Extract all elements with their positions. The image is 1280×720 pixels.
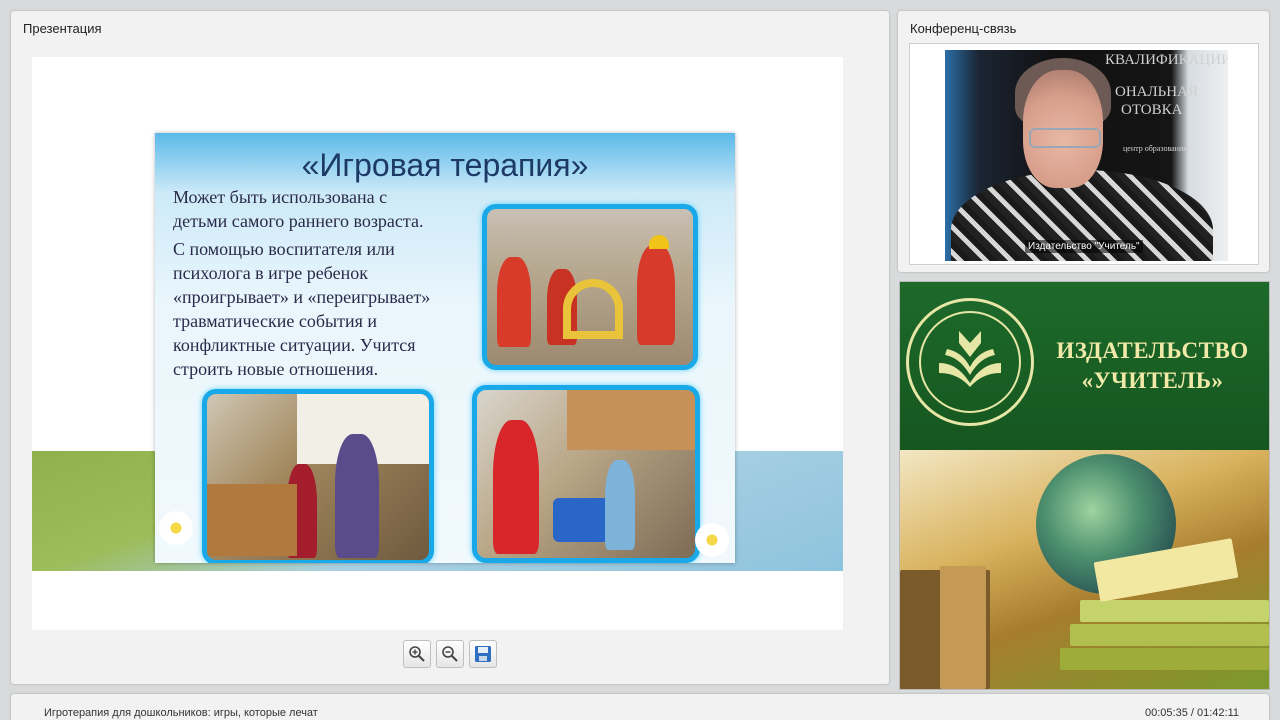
zoom-in-button[interactable] — [403, 640, 431, 668]
conference-panel-title: Конференц-связь — [910, 21, 1017, 36]
zoom-in-icon — [409, 646, 425, 662]
conference-panel: Конференц-связь КВАЛИФИКАЦИИ ОНАЛЬНАЯ ОТ… — [898, 11, 1269, 272]
slide-canvas[interactable]: «Игровая терапия» Может быть использован… — [32, 57, 843, 630]
speaker-glasses — [1029, 128, 1101, 148]
slide-photo-play-kitchen — [202, 389, 434, 563]
book-stack — [1060, 648, 1269, 670]
banner-books-image — [900, 450, 1269, 689]
wall-text-4: центр образования — [1123, 144, 1187, 153]
zoom-out-icon — [442, 646, 458, 662]
wall-text-3: ОТОВКА — [1121, 102, 1183, 118]
wall-text-1: КВАЛИФИКАЦИИ — [1105, 52, 1228, 68]
daisy-decoration-right — [695, 523, 729, 557]
speaker-label: Издательство "Учитель" — [1025, 240, 1143, 253]
status-bar: Игротерапия для дошкольников: игры, кото… — [11, 694, 1269, 720]
zoom-out-button[interactable] — [436, 640, 464, 668]
slide-paragraph-2: С помощью воспитателя или психолога в иг… — [173, 239, 431, 379]
presentation-panel-title: Презентация — [23, 21, 102, 36]
banner-header: ИЗДАТЕЛЬСТВО «УЧИТЕЛЬ» — [900, 282, 1269, 450]
slide-photo-children-playing — [482, 204, 698, 370]
publisher-logo-icon — [906, 298, 1034, 426]
book-stack — [1070, 624, 1269, 646]
book-stack — [940, 566, 986, 689]
presentation-panel: Презентация «Игровая терапия» Может быть… — [11, 11, 889, 684]
lecture-title: Игротерапия для дошкольников: игры, кото… — [44, 707, 318, 719]
video-frame: КВАЛИФИКАЦИИ ОНАЛЬНАЯ ОТОВКА центр образ… — [909, 43, 1259, 265]
publisher-name-line-1: ИЗДАТЕЛЬСТВО — [1056, 338, 1249, 363]
open-book-icon — [939, 331, 1001, 387]
wall-text-2: ОНАЛЬНАЯ — [1115, 84, 1198, 100]
slide-photo-toy-play — [472, 385, 700, 563]
speaker-video[interactable]: КВАЛИФИКАЦИИ ОНАЛЬНАЯ ОТОВКА центр образ… — [945, 50, 1228, 261]
slide-paragraph-1: Может быть использована с детьми самого … — [173, 187, 424, 231]
publisher-name-line-2: «УЧИТЕЛЬ» — [1081, 368, 1224, 393]
slide-title: «Игровая терапия» — [301, 147, 589, 183]
save-icon — [475, 646, 491, 662]
playback-timecode: 00:05:35 / 01:42:11 — [1145, 707, 1239, 719]
daisy-decoration-left — [159, 511, 193, 545]
logo-inner-ring — [919, 311, 1021, 413]
save-button[interactable] — [469, 640, 497, 668]
book-stack — [1080, 600, 1269, 622]
publisher-banner: ИЗДАТЕЛЬСТВО «УЧИТЕЛЬ» — [899, 281, 1270, 690]
slide: «Игровая терапия» Может быть использован… — [155, 133, 735, 563]
